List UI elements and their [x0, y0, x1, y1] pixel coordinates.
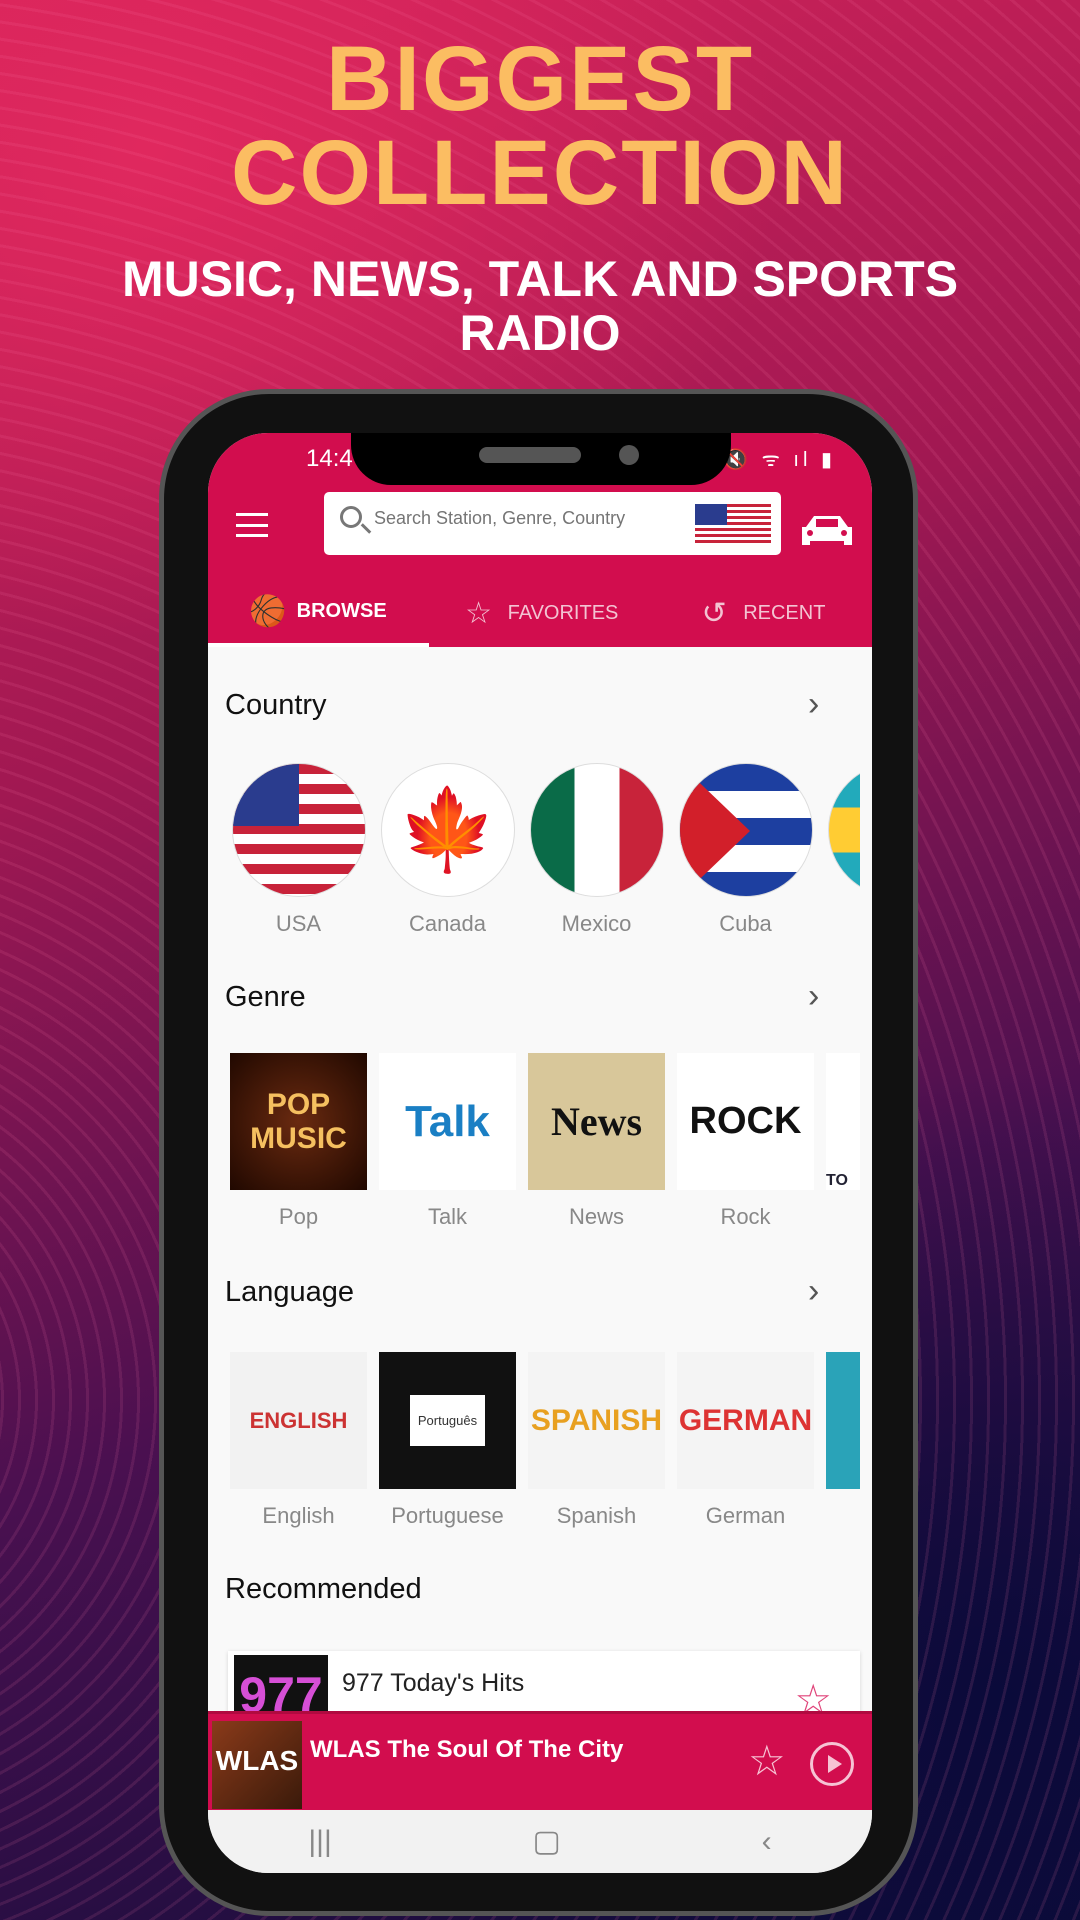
language-label: English [262, 1503, 335, 1528]
player-title: WLAS The Soul Of The City [310, 1736, 624, 1763]
genre-more-chevron-icon[interactable]: › [808, 977, 819, 1016]
genre-heading: Genre [225, 981, 306, 1013]
genre-label: Pop [278, 1204, 319, 1229]
recommended-heading: Recommended [225, 1573, 422, 1605]
promo-subtitle: MUSIC, NEWS, TALK AND SPORTS RADIO [121, 251, 959, 361]
tab-favorites[interactable]: ☆ FAVORITES [429, 579, 650, 647]
tab-bar: 🏀 BROWSE ☆ FAVORITES ↺ RECENT [208, 579, 872, 647]
genre-item-talk[interactable]: Talk Talk [379, 1053, 516, 1230]
car-mode-icon[interactable] [800, 513, 854, 549]
country-item-mexico[interactable]: Mexico [528, 763, 665, 937]
country-item-canada[interactable]: 🍁 Canada [379, 763, 516, 937]
genre-item-pop[interactable]: POP MUSIC Pop [230, 1053, 367, 1230]
genre-item-rock[interactable]: ROCK Rock [677, 1053, 814, 1230]
language-item-spanish[interactable]: SPANISH Spanish [528, 1352, 665, 1529]
language-label: Spanish [556, 1503, 637, 1528]
country-heading: Country [225, 689, 327, 721]
promo-headline: BIGGEST COLLECTION [231, 28, 849, 224]
camera-notch [351, 433, 731, 485]
tab-label: RECENT [743, 601, 826, 624]
language-item-english[interactable]: ENGLISH English [230, 1352, 367, 1529]
language-label: Portuguese [391, 1503, 504, 1528]
status-icons: 🔇 ᯤ ıl ▮ [723, 449, 836, 471]
genre-item-more[interactable]: TO [826, 1053, 860, 1230]
country-item-usa[interactable]: USA [230, 763, 367, 937]
mini-player[interactable]: WLAS WLAS The Soul Of The City ☆ [208, 1711, 872, 1810]
country-item-cuba[interactable]: Cuba [677, 763, 814, 937]
station-name: 977 Today's Hits [342, 1669, 525, 1697]
language-row: ENGLISH English Português Portuguese SPANI… [230, 1352, 860, 1529]
language-item-portuguese[interactable]: Português Portuguese [379, 1352, 516, 1529]
genre-label: Talk [427, 1204, 468, 1229]
country-item-bahamas[interactable]: B [826, 763, 860, 937]
menu-icon[interactable] [236, 513, 268, 537]
usa-flag-icon[interactable] [695, 504, 771, 544]
country-label: Canada [408, 911, 487, 936]
search-bar[interactable] [324, 492, 781, 555]
language-label: German [705, 1503, 786, 1528]
status-time: 14:4 [306, 445, 353, 472]
home-icon[interactable]: ▢ [533, 1824, 561, 1859]
tab-browse[interactable]: 🏀 BROWSE [208, 579, 430, 647]
language-more-chevron-icon[interactable]: › [808, 1272, 819, 1311]
player-favorite-star-icon[interactable]: ☆ [748, 1736, 786, 1785]
genre-item-news[interactable]: News News [528, 1053, 665, 1230]
player-artwork: WLAS [212, 1721, 302, 1809]
language-heading: Language [225, 1276, 355, 1308]
basketball-icon: 🏀 [248, 594, 287, 628]
genre-label: News [568, 1204, 624, 1229]
history-icon: ↺ [701, 596, 727, 630]
recents-icon[interactable]: ||| [308, 1825, 331, 1859]
country-label: Mexico [561, 911, 632, 936]
country-label: USA [275, 911, 322, 936]
country-label: Cuba [719, 911, 772, 936]
genre-label: Rock [720, 1204, 771, 1229]
system-nav-bar: ||| ▢ ‹ [208, 1810, 872, 1873]
tab-label: FAVORITES [507, 601, 619, 624]
country-row: USA 🍁Canada Mexico Cuba B [230, 763, 860, 937]
language-item-german[interactable]: GERMAN German [677, 1352, 814, 1529]
genre-row: POP MUSIC Pop Talk Talk News News ROCK Rock … [230, 1053, 860, 1230]
language-item-more[interactable] [826, 1352, 860, 1529]
bookmark-star-icon: ☆ [465, 596, 493, 630]
search-input[interactable] [374, 508, 674, 529]
app-screen: 14:4 🔇 ᯤ ıl ▮ 🏀 BROWSE ☆ FAVORITES ↺ RECENT… [208, 433, 872, 1873]
country-label: B [826, 911, 860, 937]
search-icon [340, 506, 362, 528]
tab-label: BROWSE [296, 599, 387, 622]
tab-recent[interactable]: ↺ RECENT [651, 579, 872, 647]
back-icon[interactable]: ‹ [762, 1825, 772, 1859]
play-icon[interactable] [810, 1742, 854, 1786]
country-more-chevron-icon[interactable]: › [808, 685, 819, 724]
